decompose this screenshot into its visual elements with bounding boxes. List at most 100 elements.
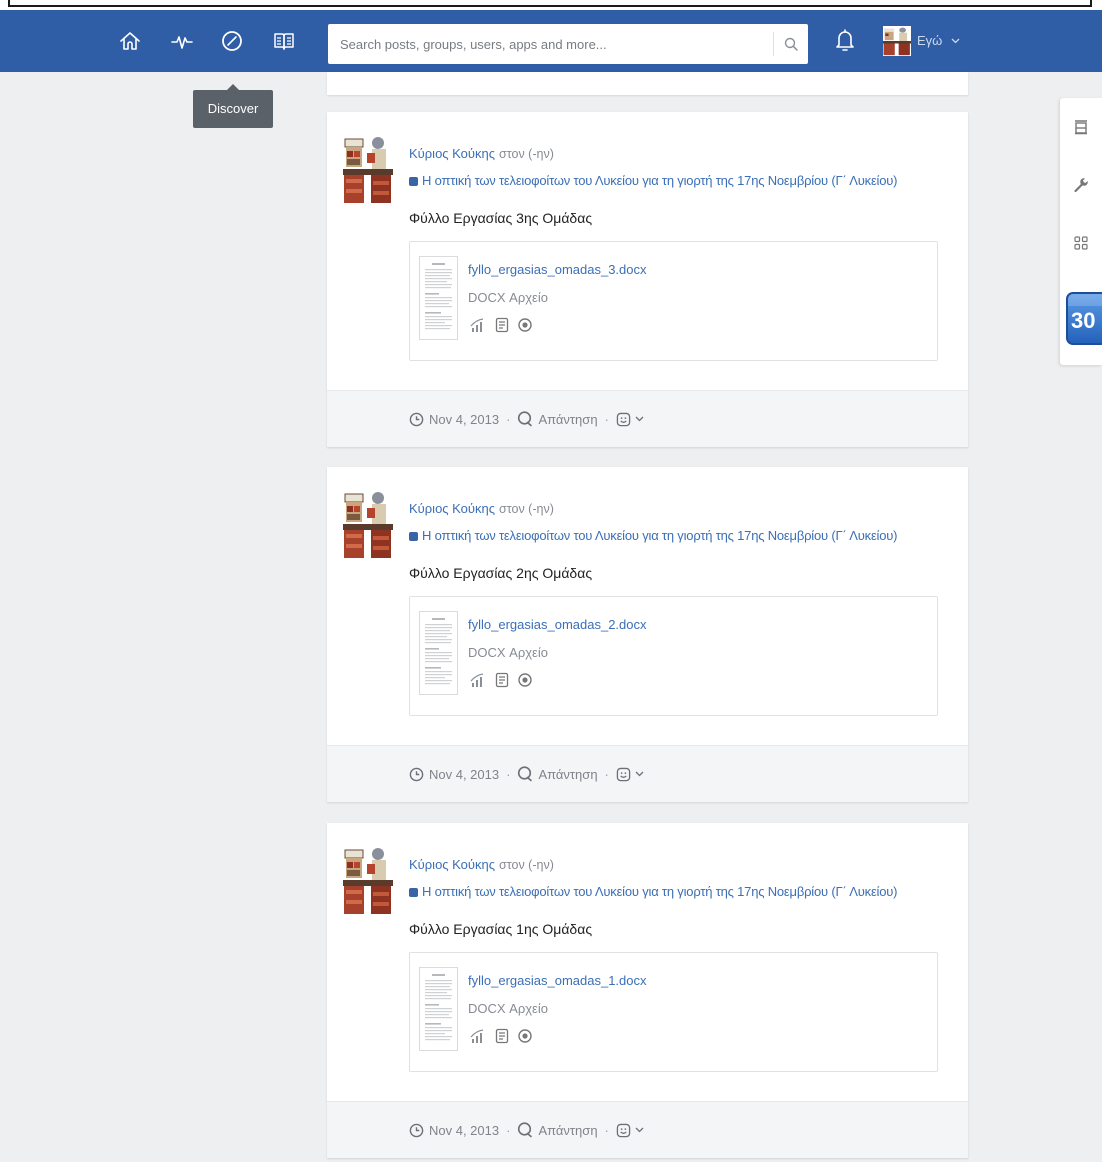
clock-icon — [409, 1123, 424, 1138]
author-avatar[interactable] — [343, 488, 393, 560]
search-icon — [784, 37, 798, 51]
post-card: Κύριος Κούκης στον (-ην) Η οπτική των τελ… — [327, 467, 968, 802]
previous-post-card — [327, 72, 968, 95]
smiley-icon — [616, 1123, 631, 1138]
group-square-icon — [409, 531, 418, 541]
chevron-down-icon[interactable] — [951, 38, 960, 44]
post-footer: Nov 4, 2013 · Απάντηση · — [327, 390, 968, 447]
activity-icon[interactable] — [170, 29, 194, 53]
author-avatar[interactable] — [343, 133, 393, 205]
stats-icon[interactable] — [470, 317, 486, 333]
post-date[interactable]: Nov 4, 2013 — [429, 1123, 499, 1138]
attachment-type: DOCX Αρχείο — [468, 1001, 548, 1016]
post-title: Φύλλο Εργασίας 2ης Ομάδας — [409, 565, 593, 581]
meta-separator: · — [506, 411, 511, 427]
reaction-button[interactable] — [616, 412, 644, 427]
calendar-icon[interactable]: 30 — [1066, 292, 1102, 345]
user-menu-label[interactable]: Εγώ — [917, 31, 942, 51]
right-side-panel: 30 — [1060, 98, 1102, 365]
stats-icon[interactable] — [470, 1028, 486, 1044]
author-line: Κύριος Κούκης στον (-ην) — [409, 855, 554, 875]
chevron-down-icon — [635, 771, 644, 777]
compass-icon[interactable] — [220, 29, 244, 53]
group-link[interactable]: Η οπτική των τελειοφοίτων του Λυκείου γι… — [422, 882, 897, 902]
chevron-down-icon — [635, 416, 644, 422]
discover-tooltip: Discover — [193, 84, 273, 128]
group-line: Η οπτική των τελειοφοίτων του Λυκείου γι… — [409, 526, 897, 546]
attachment-actions — [470, 316, 532, 334]
clock-icon — [409, 767, 424, 782]
author-name[interactable]: Κύριος Κούκης — [409, 501, 495, 516]
search-bar — [328, 24, 808, 64]
author-line: Κύριος Κούκης στον (-ην) — [409, 499, 554, 519]
post-date[interactable]: Nov 4, 2013 — [429, 412, 499, 427]
store-icon[interactable] — [1060, 98, 1102, 156]
smiley-icon — [616, 412, 631, 427]
reaction-button[interactable] — [616, 767, 644, 782]
group-square-icon — [409, 176, 418, 186]
preview-icon[interactable] — [518, 318, 532, 332]
search-button[interactable] — [774, 24, 808, 64]
preview-icon[interactable] — [518, 1029, 532, 1043]
meta-separator: · — [604, 1122, 609, 1138]
post-title: Φύλλο Εργασίας 1ης Ομάδας — [409, 921, 593, 937]
user-avatar[interactable] — [883, 26, 911, 56]
post-title: Φύλλο Εργασίας 3ης Ομάδας — [409, 210, 593, 226]
document-icon[interactable] — [495, 672, 509, 688]
author-line: Κύριος Κούκης στον (-ην) — [409, 144, 554, 164]
document-icon[interactable] — [495, 317, 509, 333]
home-icon[interactable] — [118, 29, 142, 53]
attachment-filename-link[interactable]: fyllo_ergasias_omadas_1.docx — [468, 972, 647, 990]
audience-label: στον (-ην) — [499, 147, 554, 161]
meta-separator: · — [506, 1122, 511, 1138]
post-meta: Nov 4, 2013 · Απάντηση · — [409, 410, 644, 428]
post-card: Κύριος Κούκης στον (-ην) Η οπτική των τελ… — [327, 112, 968, 447]
stats-icon[interactable] — [470, 672, 486, 688]
post-date[interactable]: Nov 4, 2013 — [429, 767, 499, 782]
attachment-actions — [470, 1027, 532, 1045]
search-input[interactable] — [328, 24, 773, 64]
attachment-filename-link[interactable]: fyllo_ergasias_omadas_2.docx — [468, 616, 647, 634]
bell-icon[interactable] — [833, 27, 857, 53]
attachment-box: fyllo_ergasias_omadas_2.docx DOCX Αρχείο — [409, 596, 938, 716]
group-link[interactable]: Η οπτική των τελειοφοίτων του Λυκείου γι… — [422, 526, 897, 546]
top-navbar: Εγώ — [0, 10, 1102, 72]
group-link[interactable]: Η οπτική των τελειοφοίτων του Λυκείου γι… — [422, 171, 897, 191]
reply-link[interactable]: Απάντηση — [538, 767, 597, 782]
attachment-filename-link[interactable]: fyllo_ergasias_omadas_3.docx — [468, 261, 647, 279]
reply-link[interactable]: Απάντηση — [538, 412, 597, 427]
attachment-type: DOCX Αρχείο — [468, 645, 548, 660]
post-meta: Nov 4, 2013 · Απάντηση · — [409, 765, 644, 783]
wrench-icon[interactable] — [1060, 156, 1102, 214]
top-frame — [0, 0, 1102, 10]
document-icon[interactable] — [495, 1028, 509, 1044]
post-meta: Nov 4, 2013 · Απάντηση · — [409, 1121, 644, 1139]
reply-link[interactable]: Απάντηση — [538, 1123, 597, 1138]
document-thumbnail[interactable] — [419, 256, 458, 340]
attachment-type: DOCX Αρχείο — [468, 290, 548, 305]
reply-bubble-icon[interactable] — [517, 1122, 533, 1138]
group-square-icon — [409, 887, 418, 897]
calendar-day: 30 — [1071, 308, 1096, 333]
apps-grid-icon[interactable] — [1060, 214, 1102, 272]
author-avatar[interactable] — [343, 844, 393, 916]
meta-separator: · — [506, 766, 511, 782]
reaction-button[interactable] — [616, 1123, 644, 1138]
author-name[interactable]: Κύριος Κούκης — [409, 146, 495, 161]
smiley-icon — [616, 767, 631, 782]
reply-bubble-icon[interactable] — [517, 766, 533, 782]
clock-icon — [409, 412, 424, 427]
document-thumbnail[interactable] — [419, 967, 458, 1051]
author-name[interactable]: Κύριος Κούκης — [409, 857, 495, 872]
meta-separator: · — [604, 411, 609, 427]
attachment-box: fyllo_ergasias_omadas_1.docx DOCX Αρχείο — [409, 952, 938, 1072]
chevron-down-icon — [635, 1127, 644, 1133]
reply-bubble-icon[interactable] — [517, 411, 533, 427]
top-frame-border — [8, 0, 1092, 7]
preview-icon[interactable] — [518, 673, 532, 687]
document-thumbnail[interactable] — [419, 611, 458, 695]
group-line: Η οπτική των τελειοφοίτων του Λυκείου γι… — [409, 882, 897, 902]
calendar-header-strip — [1068, 294, 1102, 306]
post-footer: Nov 4, 2013 · Απάντηση · — [327, 745, 968, 802]
directory-icon[interactable] — [272, 29, 296, 53]
